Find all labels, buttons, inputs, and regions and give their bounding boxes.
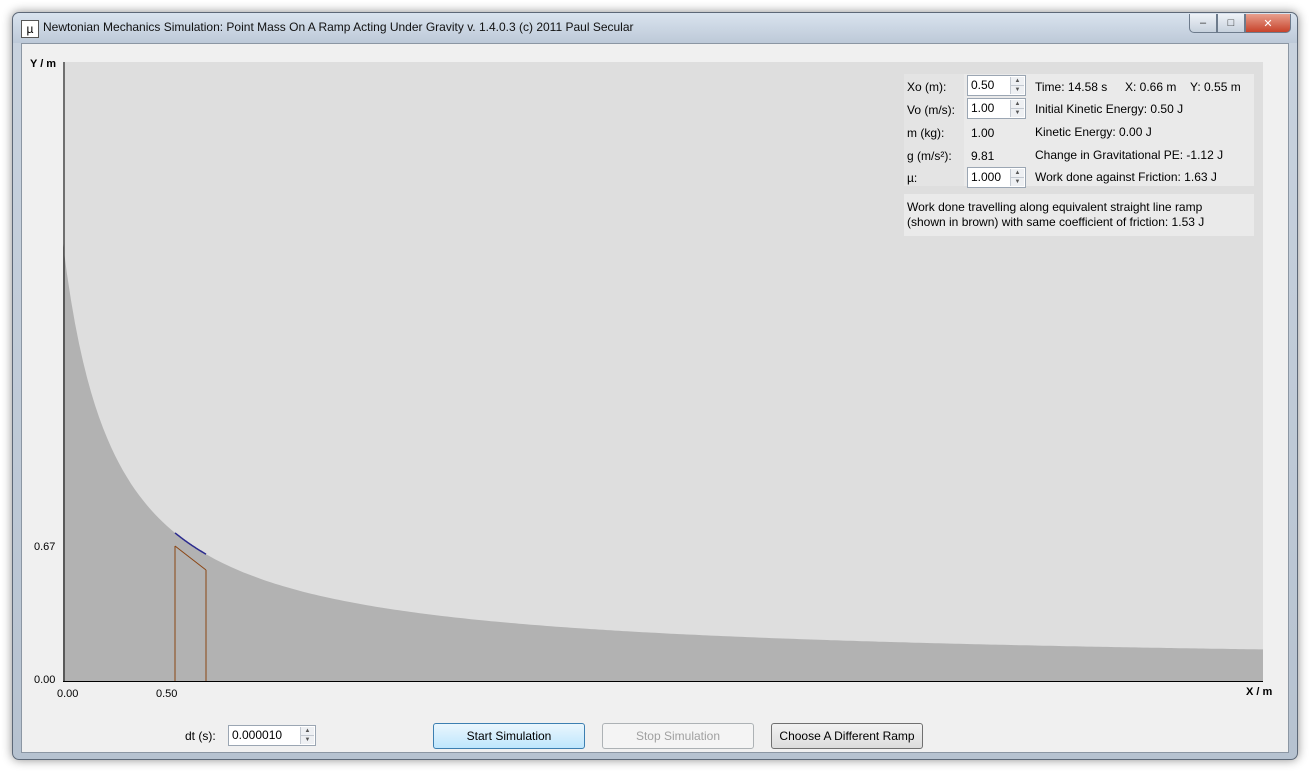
xo-spin-arrows[interactable]: ▲ ▼ bbox=[1010, 77, 1024, 94]
straight-line-text-1: Work done travelling along equivalent st… bbox=[907, 200, 1203, 214]
x-readout: X: 0.66 m bbox=[1125, 80, 1177, 94]
x-axis-title: X / m bbox=[1246, 686, 1273, 698]
xo-value[interactable]: 0.50 bbox=[971, 78, 994, 92]
xo-label: Xo (m): bbox=[907, 80, 947, 94]
info-panel: Xo (m): 0.50 ▲ ▼ Vo (m/s): 1.00 ▲ ▼ m (k… bbox=[904, 74, 1254, 188]
vo-label: Vo (m/s): bbox=[907, 103, 956, 117]
initial-ke-readout: Initial Kinetic Energy: 0.50 J bbox=[1035, 102, 1184, 116]
mass-label: m (kg): bbox=[907, 126, 945, 140]
close-button[interactable]: ✕ bbox=[1245, 14, 1291, 33]
mu-value[interactable]: 1.000 bbox=[971, 170, 1001, 184]
window-title: Newtonian Mechanics Simulation: Point Ma… bbox=[43, 20, 634, 34]
mu-spin-arrows[interactable]: ▲ ▼ bbox=[1010, 169, 1024, 186]
dt-value[interactable]: 0.000010 bbox=[232, 728, 282, 742]
gravity-label: g (m/s²): bbox=[907, 149, 952, 163]
start-simulation-button[interactable]: Start Simulation bbox=[433, 723, 585, 749]
app-window: µ Newtonian Mechanics Simulation: Point … bbox=[12, 12, 1298, 760]
spin-up-icon[interactable]: ▲ bbox=[1011, 100, 1024, 108]
y-tick-label: 0.67 bbox=[34, 541, 56, 553]
xo-spinbox[interactable]: 0.50 ▲ ▼ bbox=[967, 75, 1026, 96]
window-controls: – □ ✕ bbox=[1189, 14, 1291, 33]
spin-down-icon[interactable]: ▼ bbox=[1011, 177, 1024, 186]
y-tick-label: 0.00 bbox=[34, 674, 56, 686]
maximize-button[interactable]: □ bbox=[1217, 14, 1245, 33]
vo-spinbox[interactable]: 1.00 ▲ ▼ bbox=[967, 98, 1026, 119]
y-axis-title: Y / m bbox=[30, 58, 57, 70]
spin-down-icon[interactable]: ▼ bbox=[301, 735, 314, 744]
dt-spin-arrows[interactable]: ▲ ▼ bbox=[300, 727, 314, 744]
app-icon: µ bbox=[21, 20, 39, 38]
spin-up-icon[interactable]: ▲ bbox=[1011, 77, 1024, 85]
mu-label: µ: bbox=[907, 171, 918, 185]
gravity-value: 9.81 bbox=[971, 149, 995, 163]
spin-down-icon[interactable]: ▼ bbox=[1011, 85, 1024, 94]
x-tick-label: 0.50 bbox=[156, 688, 178, 700]
client-area: Y / m X / m 0.67 0.00 0.00 0.50 Xo (m): bbox=[21, 43, 1289, 753]
title-bar[interactable]: µ Newtonian Mechanics Simulation: Point … bbox=[13, 13, 1297, 43]
time-readout: Time: 14.58 s bbox=[1035, 80, 1108, 94]
vo-spin-arrows[interactable]: ▲ ▼ bbox=[1010, 100, 1024, 117]
stop-simulation-button[interactable]: Stop Simulation bbox=[602, 723, 754, 749]
gpe-readout: Change in Gravitational PE: -1.12 J bbox=[1035, 148, 1224, 162]
ramp-area bbox=[63, 243, 1263, 682]
friction-readout: Work done against Friction: 1.63 J bbox=[1035, 170, 1217, 184]
plot-area: Xo (m): 0.50 ▲ ▼ Vo (m/s): 1.00 ▲ ▼ m (k… bbox=[63, 62, 1263, 682]
spin-down-icon[interactable]: ▼ bbox=[1011, 108, 1024, 117]
straight-line-panel: Work done travelling along equivalent st… bbox=[904, 194, 1254, 236]
choose-ramp-button[interactable]: Choose A Different Ramp bbox=[771, 723, 923, 749]
mu-spinbox[interactable]: 1.000 ▲ ▼ bbox=[967, 167, 1026, 188]
spin-up-icon[interactable]: ▲ bbox=[1011, 169, 1024, 177]
minimize-button[interactable]: – bbox=[1189, 14, 1217, 33]
ke-readout: Kinetic Energy: 0.00 J bbox=[1035, 125, 1152, 139]
y-readout: Y: 0.55 m bbox=[1190, 80, 1241, 94]
mass-value: 1.00 bbox=[971, 126, 995, 140]
dt-label: dt (s): bbox=[185, 729, 216, 743]
spin-up-icon[interactable]: ▲ bbox=[301, 727, 314, 735]
dt-spinbox[interactable]: 0.000010 ▲ ▼ bbox=[228, 725, 316, 746]
vo-value[interactable]: 1.00 bbox=[971, 101, 994, 115]
straight-line-text-2: (shown in brown) with same coefficient o… bbox=[907, 215, 1205, 229]
x-tick-label: 0.00 bbox=[57, 688, 79, 700]
